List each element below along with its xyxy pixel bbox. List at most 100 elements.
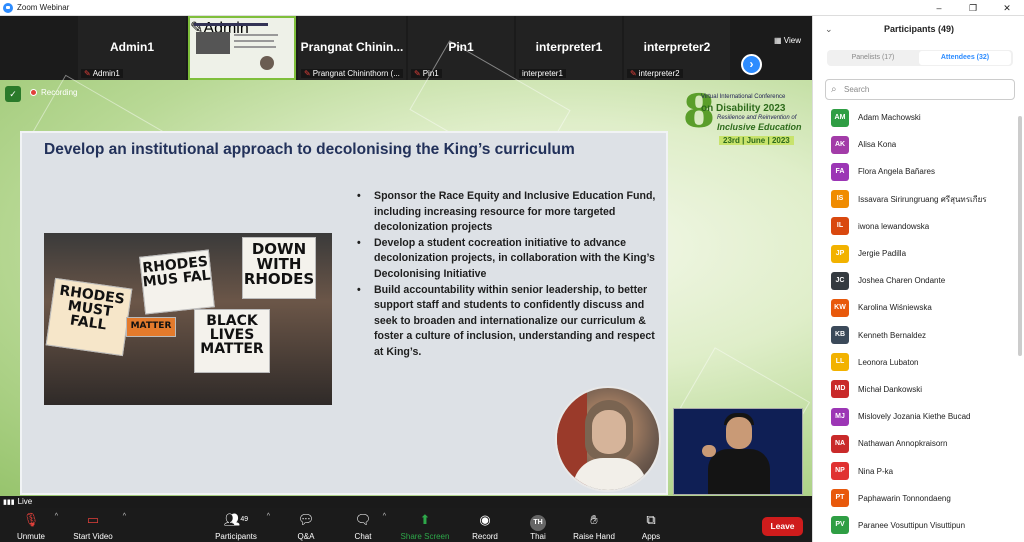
close-icon[interactable]: ✕ xyxy=(990,0,1024,16)
video-tile-admin-screen[interactable]: ✎Admin xyxy=(188,16,296,80)
mic-muted-icon: ✎ xyxy=(304,69,311,78)
avatar: PV xyxy=(831,516,849,535)
attendee-name: Alisa Kona xyxy=(858,140,897,150)
attendee-row[interactable]: JP Jergie Padilla xyxy=(813,240,1019,267)
chat-button[interactable]: 🗨︎ Chat ^ xyxy=(350,511,386,541)
chevron-up-icon[interactable]: ^ xyxy=(55,513,58,520)
maximize-icon[interactable]: ❐ xyxy=(956,0,990,16)
thumbnail-line xyxy=(234,40,274,42)
tile-label: interpreter1 xyxy=(519,69,566,78)
bullet-item: Build accountability within senior leade… xyxy=(357,283,662,361)
slide-title: Develop an institutional approach to dec… xyxy=(44,141,575,158)
interpretation-button[interactable]: TH Thai xyxy=(526,511,550,541)
attendee-row[interactable]: KB Kenneth Bernaldez xyxy=(813,322,1019,349)
attendee-row[interactable]: AM Adam Machowski xyxy=(813,104,1019,131)
apps-button[interactable]: ⧉ Apps xyxy=(638,511,664,541)
leave-button[interactable]: Leave xyxy=(762,517,803,536)
protest-sign: RHODES MUS FAL xyxy=(139,249,215,315)
mic-muted-icon: ✎ xyxy=(84,69,91,78)
zoom-logo-icon xyxy=(3,2,13,13)
record-icon: ◉ xyxy=(479,512,491,527)
avatar: PT xyxy=(831,489,849,508)
thumbnail-speaker xyxy=(260,56,274,70)
meeting-toolbar: 🎙︎ Unmute ^ ▭ Start Video ^ 👥︎49 Partici… xyxy=(0,508,812,542)
attendee-row[interactable]: KW Karolina Wiśniewska xyxy=(813,294,1019,321)
recording-indicator[interactable]: Recording xyxy=(30,88,77,97)
video-off-icon: ▭ xyxy=(86,512,100,527)
chevron-up-icon[interactable]: ^ xyxy=(383,513,386,520)
attendee-row[interactable]: JC Joshea Charen Ondante xyxy=(813,267,1019,294)
bullet-item: Sponsor the Race Equity and Inclusive Ed… xyxy=(357,189,662,236)
participants-button[interactable]: 👥︎49 Participants ^ xyxy=(212,511,270,541)
minimize-icon[interactable]: – xyxy=(922,0,956,16)
avatar: IL xyxy=(831,217,849,236)
speaker-face xyxy=(592,410,626,454)
avatar: LL xyxy=(831,353,849,372)
attendee-row[interactable]: IS Issavara Sirirungruang ศรีสุนทรเกียร xyxy=(813,186,1019,213)
mic-muted-icon: 🎙︎ xyxy=(22,512,40,527)
attendee-name: Adam Machowski xyxy=(858,113,921,123)
window-controls: – ❐ ✕ xyxy=(922,0,1024,16)
unmute-button[interactable]: 🎙︎ Unmute ^ xyxy=(14,511,58,541)
thumbnail-photo xyxy=(196,32,230,54)
search-input[interactable]: Search xyxy=(825,79,1015,100)
chevron-right-icon: › xyxy=(749,57,754,71)
raise-hand-icon: ✋︎ xyxy=(590,512,598,527)
video-tile-prangnat[interactable]: Prangnat Chinin... ✎ Prangnat Chininthorn… xyxy=(298,16,406,80)
slide-bullets: Sponsor the Race Equity and Inclusive Ed… xyxy=(357,189,662,361)
thumbnail-title-bar xyxy=(194,23,268,26)
avatar: KB xyxy=(831,326,849,345)
attendee-row[interactable]: FA Flora Angela Bañares xyxy=(813,158,1019,185)
speaker-video[interactable] xyxy=(555,386,661,492)
attendee-row[interactable]: LL Leonora Lubaton xyxy=(813,349,1019,376)
attendee-row[interactable]: MD Michał Dankowski xyxy=(813,376,1019,403)
interpreter-hand xyxy=(702,445,716,457)
attendee-row[interactable]: PV Paranee Vosuttipun Visuttipun xyxy=(813,512,1019,539)
conference-line1: Virtual International Conference xyxy=(701,94,786,100)
qa-button[interactable]: 💬︎ Q&A xyxy=(294,511,318,541)
conference-line3: Resilience and Reinvention of xyxy=(717,115,797,121)
security-shield-icon[interactable]: ✓ xyxy=(5,86,21,102)
attendee-row[interactable]: AK Alisa Kona xyxy=(813,131,1019,158)
panel-title: Participants (49) xyxy=(883,24,955,34)
start-video-button[interactable]: ▭ Start Video ^ xyxy=(70,511,126,541)
next-page-button[interactable]: › xyxy=(741,54,762,75)
tile-label: ✎ interpreter2 xyxy=(627,69,683,78)
avatar: NA xyxy=(831,434,849,453)
view-button[interactable]: ▦ View xyxy=(774,36,801,45)
video-tile-interpreter2[interactable]: interpreter2 ✎ interpreter2 xyxy=(624,16,730,80)
protest-sign: MATTER xyxy=(126,317,176,337)
grid-icon: ▦ xyxy=(774,36,784,45)
video-tile-interpreter1[interactable]: interpreter1 interpreter1 xyxy=(516,16,622,80)
record-button[interactable]: ◉ Record xyxy=(470,511,500,541)
attendee-row[interactable]: NP Nina P-ka xyxy=(813,457,1019,484)
tab-panelists[interactable]: Panelists (17) xyxy=(827,51,919,65)
attendee-row[interactable]: IL iwona lewandowska xyxy=(813,213,1019,240)
interpreter-face xyxy=(726,417,752,449)
apps-icon: ⧉ xyxy=(646,512,656,527)
attendee-row[interactable]: MJ Mislovely Jozania Kiethe Bucad xyxy=(813,403,1019,430)
tile-name: interpreter1 xyxy=(535,40,603,54)
sign-language-interpreter-video[interactable] xyxy=(673,408,803,495)
signal-bars-icon: ▮▮▮ xyxy=(3,498,15,506)
people-icon: 👥︎49 xyxy=(223,512,249,527)
attendee-name: Issavara Sirirungruang ศรีสุนทรเกียร xyxy=(858,194,987,204)
share-screen-icon: ⬆ xyxy=(419,512,431,527)
video-tile-admin1[interactable]: Admin1 ✎ Admin1 xyxy=(78,16,186,80)
attendee-row[interactable]: PT Paphawarin Tonnondaeng xyxy=(813,485,1019,512)
tab-attendees[interactable]: Attendees (32) xyxy=(919,51,1011,65)
avatar: FA xyxy=(831,162,849,181)
chevron-up-icon[interactable]: ^ xyxy=(123,513,126,520)
attendee-name: Paphawarin Tonnondaeng xyxy=(858,493,951,503)
raise-hand-button[interactable]: ✋︎ Raise Hand xyxy=(572,511,616,541)
avatar: KW xyxy=(831,298,849,317)
qa-icon: 💬︎ xyxy=(297,512,315,527)
avatar: NP xyxy=(831,462,849,481)
chevron-up-icon[interactable]: ^ xyxy=(267,513,270,520)
conference-logo: 8 Virtual International Conference on Di… xyxy=(683,88,805,148)
scrollbar[interactable] xyxy=(1018,116,1022,356)
attendee-row[interactable]: NA Nathawan Annopkraisorn xyxy=(813,430,1019,457)
share-screen-button[interactable]: ⬆ Share Screen xyxy=(400,511,450,541)
avatar: MJ xyxy=(831,407,849,426)
attendee-name: iwona lewandowska xyxy=(858,221,930,231)
